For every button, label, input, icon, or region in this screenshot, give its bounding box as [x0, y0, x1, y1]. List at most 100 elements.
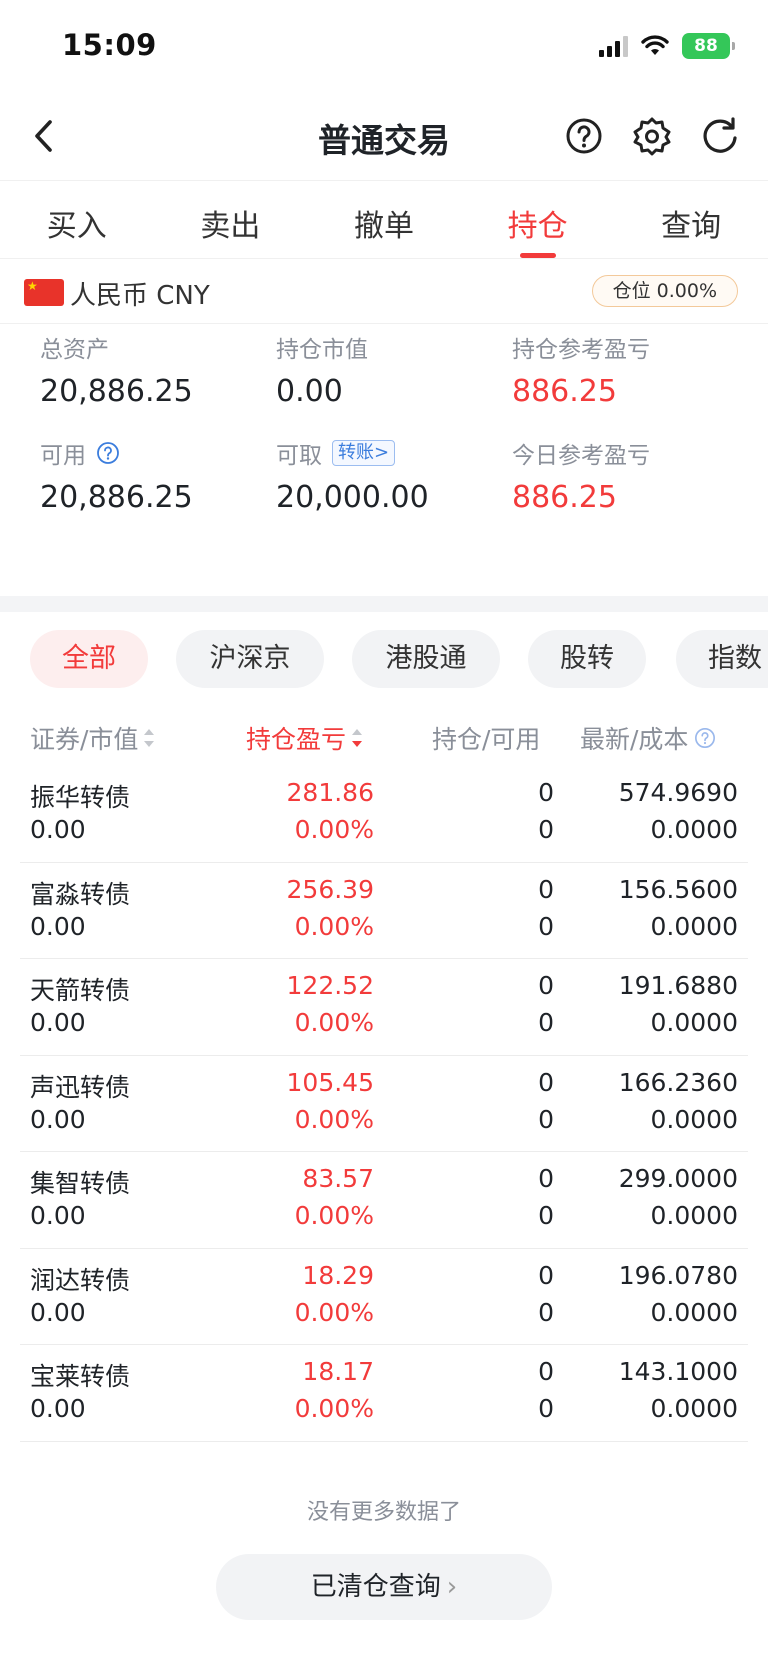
- nav-actions: [562, 114, 742, 158]
- market-value: 0.00: [30, 1104, 86, 1134]
- security-name: 集智转债: [30, 1169, 131, 1198]
- last-price: 166.2360: [618, 1067, 738, 1097]
- filter-all[interactable]: 全部: [30, 630, 148, 688]
- table-row[interactable]: 振华转债 0.00 281.86 0.00% 0 0 574.9690 0.00…: [20, 766, 748, 863]
- header-price-label: 最新/成本: [580, 725, 689, 754]
- filter-neeq[interactable]: 股转: [528, 630, 646, 688]
- position-pl-pct: 0.00%: [294, 1394, 374, 1423]
- position-qty: 0: [538, 971, 554, 1000]
- available-qty: 0: [538, 1104, 554, 1134]
- table-row[interactable]: 富淼转债 0.00 256.39 0.00% 0 0 156.5600 0.00…: [20, 863, 748, 959]
- cost-price: 0.0000: [650, 1008, 738, 1037]
- table-row[interactable]: 集智转债 0.00 83.57 0.00% 0 0 299.0000 0.000…: [20, 1152, 748, 1249]
- position-ratio-badge: 仓位 0.00%: [591, 275, 738, 307]
- header-pl-label: 持仓盈亏: [246, 725, 347, 754]
- metric-market-value: 持仓市值 0.00: [276, 332, 368, 409]
- holdings-table-header: 证券/市值 持仓盈亏 持仓/可用 最新/成本: [0, 706, 768, 766]
- chevron-right-icon: ›: [446, 1572, 458, 1602]
- tab-cancel[interactable]: 撤单: [307, 181, 461, 258]
- position-pl-label: 持仓参考盈亏: [512, 337, 650, 363]
- available-qty: 0: [538, 1201, 554, 1230]
- position-pl-value: 886.25: [512, 374, 617, 409]
- position-pl: 281.86: [286, 778, 374, 807]
- sort-desc-icon: [352, 729, 363, 747]
- market-filter-bar: 全部 沪深京 港股通 股转 指数: [0, 612, 768, 706]
- question-circle-icon[interactable]: [96, 441, 120, 465]
- sort-icon: [144, 729, 155, 747]
- market-value: 0.00: [30, 1008, 86, 1037]
- status-time: 15:09: [62, 28, 157, 62]
- table-row[interactable]: 声迅转债 0.00 105.45 0.00% 0 0 166.2360 0.00…: [20, 1056, 748, 1152]
- filter-index[interactable]: 指数: [676, 630, 768, 688]
- table-row[interactable]: 润达转债 0.00 18.29 0.00% 0 0 196.0780 0.000…: [20, 1249, 748, 1345]
- cleared-positions-button[interactable]: 已清仓查询 ›: [216, 1554, 552, 1620]
- filter-sh-sz-bj[interactable]: 沪深京: [176, 630, 324, 688]
- nav-bar: 普通交易: [0, 96, 768, 180]
- cellular-signal-icon: [599, 35, 628, 57]
- table-row[interactable]: 天箭转债 0.00 122.52 0.00% 0 0 191.6880 0.00…: [20, 959, 748, 1056]
- tab-query[interactable]: 查询: [614, 181, 768, 258]
- total-assets-value: 20,886.25: [40, 374, 193, 409]
- filter-hk-connect[interactable]: 港股通: [352, 630, 500, 688]
- market-value: 0.00: [30, 1297, 86, 1327]
- section-divider: [0, 596, 768, 612]
- metric-withdrawable: 可取 转账> 20,000.00: [276, 438, 429, 515]
- header-position: 持仓/可用: [432, 720, 540, 756]
- position-pl-pct: 0.00%: [294, 911, 374, 941]
- tab-positions[interactable]: 持仓: [461, 181, 615, 258]
- market-value: 0.00: [30, 1201, 86, 1230]
- last-price: 191.6880: [618, 971, 738, 1000]
- position-pl-pct: 0.00%: [294, 815, 374, 844]
- question-circle-icon: [566, 118, 602, 154]
- position-pl: 122.52: [286, 971, 374, 1000]
- trade-tabs: 买入 卖出 撤单 持仓 查询: [0, 180, 768, 258]
- header-pl[interactable]: 持仓盈亏: [246, 720, 363, 756]
- header-security-label: 证券/市值: [30, 725, 139, 754]
- security-name: 润达转债: [30, 1265, 131, 1295]
- withdrawable-value: 20,000.00: [276, 480, 429, 515]
- security-name: 富淼转债: [30, 879, 131, 909]
- cost-price: 0.0000: [650, 1104, 738, 1134]
- cost-price: 0.0000: [650, 1201, 738, 1230]
- tab-buy[interactable]: 买入: [0, 181, 154, 258]
- last-price: 299.0000: [618, 1164, 738, 1193]
- position-pl-pct: 0.00%: [294, 1008, 374, 1037]
- help-button[interactable]: [562, 114, 606, 158]
- header-price: 最新/成本: [580, 720, 716, 756]
- available-label-row: 可用: [40, 438, 193, 469]
- metric-position-pl: 持仓参考盈亏 886.25: [512, 332, 650, 409]
- position-qty: 0: [538, 1357, 554, 1386]
- today-pl-value: 886.25: [512, 480, 617, 515]
- settings-button[interactable]: [630, 114, 674, 158]
- battery-level: 88: [694, 36, 718, 56]
- security-name: 宝莱转债: [30, 1362, 131, 1391]
- cost-price: 0.0000: [650, 1394, 738, 1423]
- position-qty: 0: [538, 778, 554, 807]
- transfer-button[interactable]: 转账>: [332, 440, 396, 466]
- market-value: 0.00: [30, 1394, 86, 1423]
- china-flag-icon: ★: [24, 279, 64, 306]
- question-circle-icon[interactable]: [694, 727, 716, 749]
- currency-row: ★ 人民币 CNY 仓位 0.00%: [0, 258, 768, 324]
- tab-sell[interactable]: 卖出: [154, 181, 308, 258]
- last-price: 143.1000: [618, 1357, 738, 1386]
- withdrawable-label: 可取: [276, 443, 322, 469]
- withdrawable-label-row: 可取 转账>: [276, 438, 429, 469]
- header-security[interactable]: 证券/市值: [30, 720, 155, 756]
- security-name: 天箭转债: [30, 976, 131, 1005]
- metric-available: 可用 20,886.25: [40, 438, 193, 515]
- status-bar: 15:09 88: [0, 0, 768, 96]
- holdings-list: 振华转债 0.00 281.86 0.00% 0 0 574.9690 0.00…: [0, 766, 768, 1442]
- account-summary: ★ 人民币 CNY 仓位 0.00% 总资产 20,886.25 持仓市值 0.…: [0, 258, 768, 596]
- table-row[interactable]: 宝莱转债 0.00 18.17 0.00% 0 0 143.1000 0.000…: [20, 1345, 748, 1442]
- cost-price: 0.0000: [650, 815, 738, 844]
- available-value: 20,886.25: [40, 480, 193, 515]
- no-more-data-text: 没有更多数据了: [306, 1500, 461, 1525]
- position-pl: 256.39: [286, 874, 374, 904]
- position-qty: 0: [538, 874, 554, 904]
- market-value: 0.00: [30, 815, 86, 844]
- last-price: 196.0780: [618, 1260, 738, 1290]
- security-name: 振华转债: [30, 783, 131, 812]
- refresh-button[interactable]: [698, 114, 742, 158]
- status-icons: 88: [599, 33, 735, 59]
